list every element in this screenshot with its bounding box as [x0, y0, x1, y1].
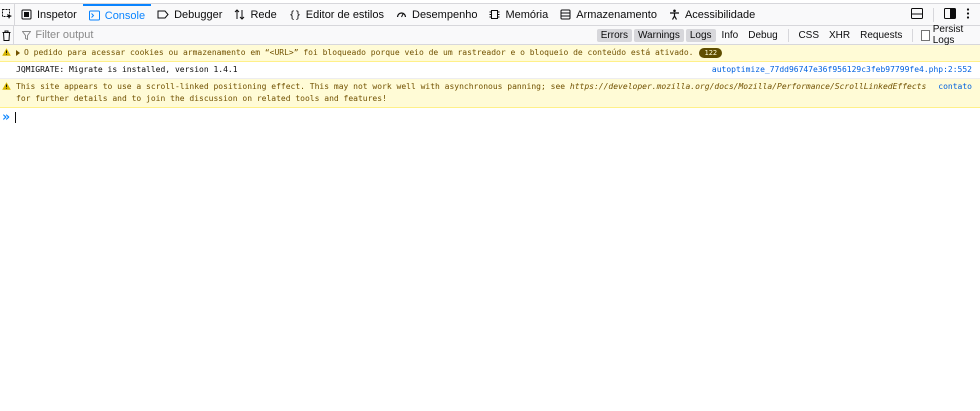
- message-text: JQMIGRATE: Migrate is installed, version…: [16, 65, 238, 74]
- console-input-row[interactable]: »: [0, 108, 980, 126]
- console-message-warning: O pedido para acessar cookies ou armazen…: [0, 45, 980, 62]
- filter-separator: [912, 28, 914, 42]
- persist-logs-toggle[interactable]: Persist Logs: [918, 24, 976, 46]
- filter-warnings-button[interactable]: Warnings: [633, 28, 684, 42]
- message-text: O pedido para acessar cookies ou armazen…: [24, 48, 694, 57]
- split-console-icon: [911, 7, 923, 19]
- text-caret: [15, 111, 16, 123]
- toolbar-separator: [933, 7, 934, 22]
- inspector-icon: [21, 9, 32, 20]
- tab-inspector-label: Inspetor: [37, 8, 77, 21]
- element-picker-icon: [1, 9, 12, 19]
- tab-style-editor[interactable]: {} Editor de estilos: [283, 4, 390, 25]
- tab-inspector[interactable]: Inspetor: [15, 4, 83, 25]
- message-source-link[interactable]: contato: [934, 79, 980, 95]
- tab-accessibility[interactable]: Acessibilidade: [663, 4, 761, 25]
- performance-icon: [396, 12, 407, 18]
- filter-debug-button[interactable]: Debug: [744, 29, 781, 42]
- tab-performance[interactable]: Desempenho: [390, 4, 483, 25]
- dock-options-button[interactable]: [944, 7, 956, 22]
- accessibility-icon: [669, 9, 679, 20]
- expand-arrow-icon[interactable]: [16, 49, 20, 56]
- filter-xhr-button[interactable]: XHR: [825, 29, 854, 42]
- console-message-log: JQMIGRATE: Migrate is installed, version…: [0, 62, 980, 79]
- repeat-count-badge: 122: [699, 48, 723, 58]
- warning-icon: [0, 79, 12, 90]
- filter-separator: [787, 28, 789, 42]
- tab-debugger[interactable]: Debugger: [151, 4, 228, 25]
- svg-text:{}: {}: [289, 10, 301, 20]
- message-body[interactable]: O pedido para acessar cookies ou armazen…: [12, 45, 980, 61]
- tab-performance-label: Desempenho: [412, 8, 478, 21]
- split-console-button[interactable]: [911, 7, 923, 22]
- message-url-link[interactable]: https://developer.mozilla.org/docs/Mozil…: [570, 82, 926, 91]
- filter-info-button[interactable]: Info: [718, 29, 743, 42]
- console-message-warning: This site appears to use a scroll-linked…: [0, 79, 980, 108]
- filter-css-button[interactable]: CSS: [794, 29, 823, 42]
- more-options-icon: [966, 7, 970, 19]
- tab-storage-label: Armazenamento: [576, 8, 657, 21]
- tab-network[interactable]: Rede: [228, 4, 282, 25]
- tab-style-editor-label: Editor de estilos: [305, 8, 384, 21]
- clear-console-button[interactable]: [0, 26, 15, 44]
- network-icon: [235, 9, 245, 20]
- message-text: This site appears to use a scroll-linked…: [16, 82, 570, 91]
- tab-storage[interactable]: Armazenamento: [554, 4, 663, 25]
- persist-logs-checkbox[interactable]: [921, 29, 930, 41]
- console-filter-bar: Errors Warnings Logs Info Debug CSS XHR …: [0, 24, 980, 46]
- trash-icon: [2, 30, 11, 41]
- tab-console[interactable]: Console: [82, 4, 152, 25]
- style-editor-icon: {}: [289, 10, 301, 20]
- filter-requests-button[interactable]: Requests: [856, 29, 906, 42]
- persist-logs-label: Persist Logs: [932, 24, 964, 46]
- filter-logs-button[interactable]: Logs: [685, 28, 716, 42]
- filter-output-field: [14, 29, 595, 41]
- tab-debugger-label: Debugger: [174, 8, 223, 21]
- tab-memory[interactable]: Memória: [483, 4, 554, 25]
- debugger-icon: [157, 10, 169, 19]
- tab-console-label: Console: [104, 9, 146, 22]
- dock-icon: [944, 7, 956, 19]
- message-source-link[interactable]: autoptimize_77dd96747e36f956129c3feb9779…: [708, 62, 980, 78]
- warning-icon: [0, 45, 12, 56]
- console-output: O pedido para acessar cookies ou armazen…: [0, 45, 980, 126]
- devtools-toolbar: Inspetor Console Debugger Rede {} Editor…: [0, 4, 980, 26]
- more-options-button[interactable]: [966, 7, 970, 22]
- tab-memory-label: Memória: [505, 8, 549, 21]
- message-body: This site appears to use a scroll-linked…: [12, 79, 934, 107]
- storage-icon: [560, 9, 571, 20]
- filter-errors-button[interactable]: Errors: [596, 28, 632, 42]
- console-icon: [88, 10, 100, 21]
- tab-network-label: Rede: [250, 8, 277, 21]
- element-picker-button[interactable]: [0, 4, 15, 25]
- log-icon-spacer: [0, 62, 12, 65]
- prompt-chevron-icon: »: [2, 109, 10, 125]
- filter-icon: [22, 30, 32, 40]
- log-level-filters: Errors Warnings Logs Info Debug CSS XHR …: [596, 24, 980, 46]
- tab-accessibility-label: Acessibilidade: [684, 8, 756, 21]
- filter-output-input[interactable]: [35, 29, 536, 41]
- memory-icon: [489, 10, 500, 19]
